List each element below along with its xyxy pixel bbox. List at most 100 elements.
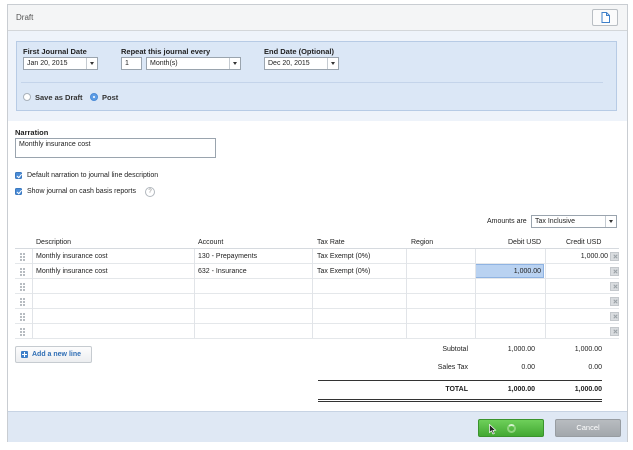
total-credit: 1,000.00 [574,386,602,393]
cell-tax-rate[interactable]: Tax Exempt (0%) [317,249,403,264]
column-header: Credit USD [566,239,602,246]
delete-row-icon[interactable] [610,297,619,306]
column-header: Region [411,239,434,246]
default-narration-checkbox[interactable] [15,172,22,179]
cell-tax-rate[interactable] [317,309,403,324]
post-radio[interactable] [90,93,98,101]
cell-region[interactable] [411,249,471,264]
cell-region[interactable] [411,294,471,309]
cell-debit[interactable]: 1,000.00 [477,264,541,279]
chevron-down-icon [229,58,240,69]
sales-tax-label: Sales Tax [437,364,468,371]
cell-account[interactable]: 130 - Prepayments [198,249,308,264]
cancel-button[interactable]: Cancel [555,419,621,437]
delete-row-icon[interactable] [610,312,619,321]
document-icon [601,12,610,23]
status-title: Draft [16,13,34,22]
cell-description[interactable] [36,309,191,324]
save-button[interactable] [478,419,544,437]
cell-description[interactable] [36,324,191,339]
column-header: Description [36,239,72,246]
post-label: Post [102,93,119,102]
table-row[interactable] [15,294,619,309]
table-row[interactable] [15,324,619,339]
cell-account[interactable] [198,294,308,309]
cell-credit[interactable] [547,294,608,309]
delete-row-icon[interactable] [610,267,619,276]
cell-account[interactable] [198,309,308,324]
cell-debit[interactable] [477,249,541,264]
cell-account[interactable]: 632 - Insurance [198,264,308,279]
save-as-draft-label: Save as Draft [35,93,83,102]
table-row[interactable] [15,279,619,294]
table-row[interactable]: Monthly insurance cost 632 - Insurance Tax… [15,264,619,279]
amounts-are-label: Amounts are [487,218,527,225]
total-label: TOTAL [445,386,468,393]
cell-debit[interactable] [477,309,541,324]
end-date-picker[interactable]: Dec 20, 2015 [264,57,339,70]
table-row[interactable]: Monthly insurance cost 130 - Prepayments T… [15,249,619,264]
cell-region[interactable] [411,264,471,279]
footer-bar: Cancel [8,411,627,442]
cell-description[interactable] [36,279,191,294]
table-row[interactable] [15,309,619,324]
sales-tax-credit: 0.00 [588,364,602,371]
narration-label: Narration [15,128,49,137]
column-header: Tax Rate [317,239,345,246]
narration-field[interactable]: Monthly insurance cost [15,138,216,158]
drag-handle-icon[interactable] [20,283,26,291]
cell-region[interactable] [411,324,471,339]
sales-tax-debit: 0.00 [521,364,535,371]
delete-row-icon[interactable] [610,327,619,336]
subtotal-credit: 1,000.00 [574,346,602,353]
column-divider [312,249,313,338]
cell-credit[interactable]: 1,000.00 [547,249,608,264]
delete-row-icon[interactable] [610,282,619,291]
add-new-line-button[interactable]: Add a new line [15,346,92,363]
cell-debit[interactable] [477,294,541,309]
end-date-label: End Date (Optional) [264,47,334,56]
save-as-draft-radio[interactable] [23,93,31,101]
column-header: Debit USD [508,239,542,246]
cell-description[interactable] [36,294,191,309]
help-icon[interactable]: ? [145,187,155,197]
column-divider [545,249,546,338]
cash-basis-checkbox[interactable] [15,188,22,195]
amounts-are-value: Tax Inclusive [535,218,576,225]
column-header: Account [198,239,224,246]
cell-tax-rate[interactable] [317,294,403,309]
amounts-are-select[interactable]: Tax Inclusive [531,215,617,228]
cell-description[interactable]: Monthly insurance cost [36,264,191,279]
drag-handle-icon[interactable] [20,313,26,321]
cell-credit[interactable] [547,324,608,339]
cell-tax-rate[interactable]: Tax Exempt (0%) [317,264,403,279]
cell-credit[interactable] [547,264,608,279]
cell-debit[interactable] [477,324,541,339]
cell-account[interactable] [198,279,308,294]
drag-handle-icon[interactable] [20,268,26,276]
delete-row-icon[interactable] [610,252,619,261]
cell-region[interactable] [411,279,471,294]
first-date-value: Jan 20, 2015 [27,60,68,67]
repeat-unit-select[interactable]: Month(s) [146,57,241,70]
column-divider [194,249,195,338]
cell-credit[interactable] [547,309,608,324]
cell-debit[interactable] [477,279,541,294]
cell-region[interactable] [411,309,471,324]
repeat-count-input[interactable]: 1 [121,57,142,70]
table-header: Description Account Tax Rate Region Debi… [15,236,619,249]
drag-handle-icon[interactable] [20,298,26,306]
document-button[interactable] [592,9,618,26]
cell-account[interactable] [198,324,308,339]
subtotal-debit: 1,000.00 [507,346,535,353]
add-new-line-label: Add a new line [32,351,82,358]
drag-handle-icon[interactable] [20,328,26,336]
cell-credit[interactable] [547,279,608,294]
chevron-down-icon [327,58,338,69]
cell-tax-rate[interactable] [317,279,403,294]
repeat-unit-value: Month(s) [150,60,178,67]
cell-description[interactable]: Monthly insurance cost [36,249,191,264]
cell-tax-rate[interactable] [317,324,403,339]
first-date-picker[interactable]: Jan 20, 2015 [23,57,98,70]
drag-handle-icon[interactable] [20,253,26,261]
